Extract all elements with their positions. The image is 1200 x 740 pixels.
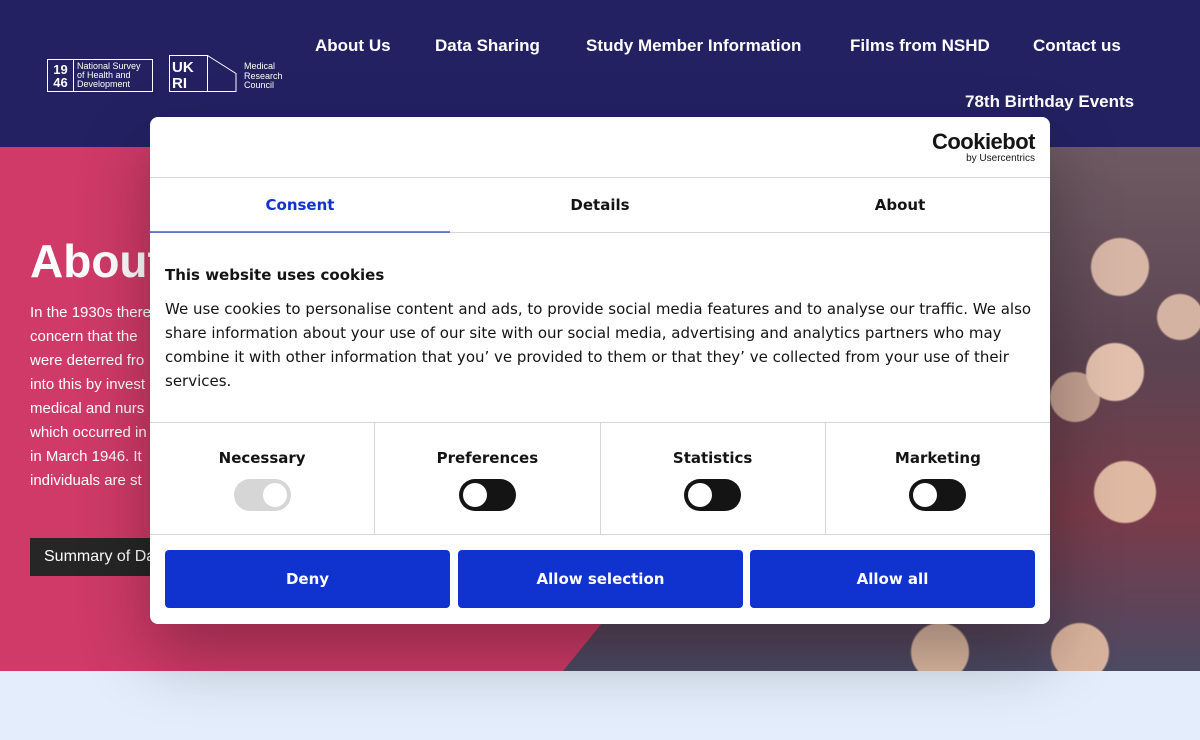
tab-consent[interactable]: Consent [150,178,450,233]
toggle-cell-preferences: Preferences [375,423,601,534]
toggle-cell-necessary: Necessary [150,423,376,534]
consent-toggles: Necessary Preferences Statistics Marketi… [150,422,1050,535]
dialog-title: This website uses cookies [165,266,385,284]
nav-data-sharing[interactable]: Data Sharing [435,36,540,56]
cookie-consent-dialog: Cookiebot by Usercentrics Consent Detail… [150,117,1050,624]
toggle-label-preferences: Preferences [436,449,539,467]
tab-about[interactable]: About [750,178,1050,232]
necessary-toggle [233,479,291,511]
toggle-knob [913,483,938,507]
nav-78th-birthday-events[interactable]: 78th Birthday Events [965,92,1134,112]
logo-years: 19 46 [48,60,74,91]
allow-all-button[interactable]: Allow all [750,550,1035,608]
svg-text:UK: UK [172,59,194,76]
mrc-logo-text: Medical Research Council [244,61,283,90]
preferences-toggle[interactable] [458,479,516,511]
toggle-label-necessary: Necessary [218,449,306,467]
cookiebot-logo[interactable]: Cookiebot by Usercentrics [932,130,1036,164]
svg-text:RI: RI [172,75,187,92]
tab-details[interactable]: Details [450,178,750,232]
nav-contact-us[interactable]: Contact us [1033,36,1121,56]
toggle-cell-marketing: Marketing [826,423,1050,534]
hero-title: About [30,235,163,287]
statistics-toggle[interactable] [684,479,742,511]
deny-button[interactable]: Deny [165,550,450,608]
ukri-logo[interactable]: UK RI [169,55,237,92]
toggle-cell-statistics: Statistics [601,423,826,534]
toggle-knob [688,483,713,507]
toggle-label-marketing: Marketing [894,449,981,467]
dialog-tabs: Consent Details About [150,178,1050,233]
nav-about-us[interactable]: About Us [315,36,391,56]
dialog-description: We use cookies to personalise content an… [165,300,1032,390]
summary-of-data-button[interactable]: Summary of Da [30,538,170,576]
logo-text: National Survey of Health and Developmen… [77,61,141,89]
toggle-label-statistics: Statistics [672,449,753,467]
allow-selection-button[interactable]: Allow selection [458,550,743,608]
marketing-toggle[interactable] [909,479,967,511]
toggle-knob [262,483,287,507]
nshd-logo[interactable]: 19 46 National Survey of Health and Deve… [47,59,153,92]
toggle-knob [462,483,487,507]
nav-study-member-information[interactable]: Study Member Information [586,36,801,56]
nav-films-from-nshd[interactable]: Films from NSHD [850,36,990,56]
